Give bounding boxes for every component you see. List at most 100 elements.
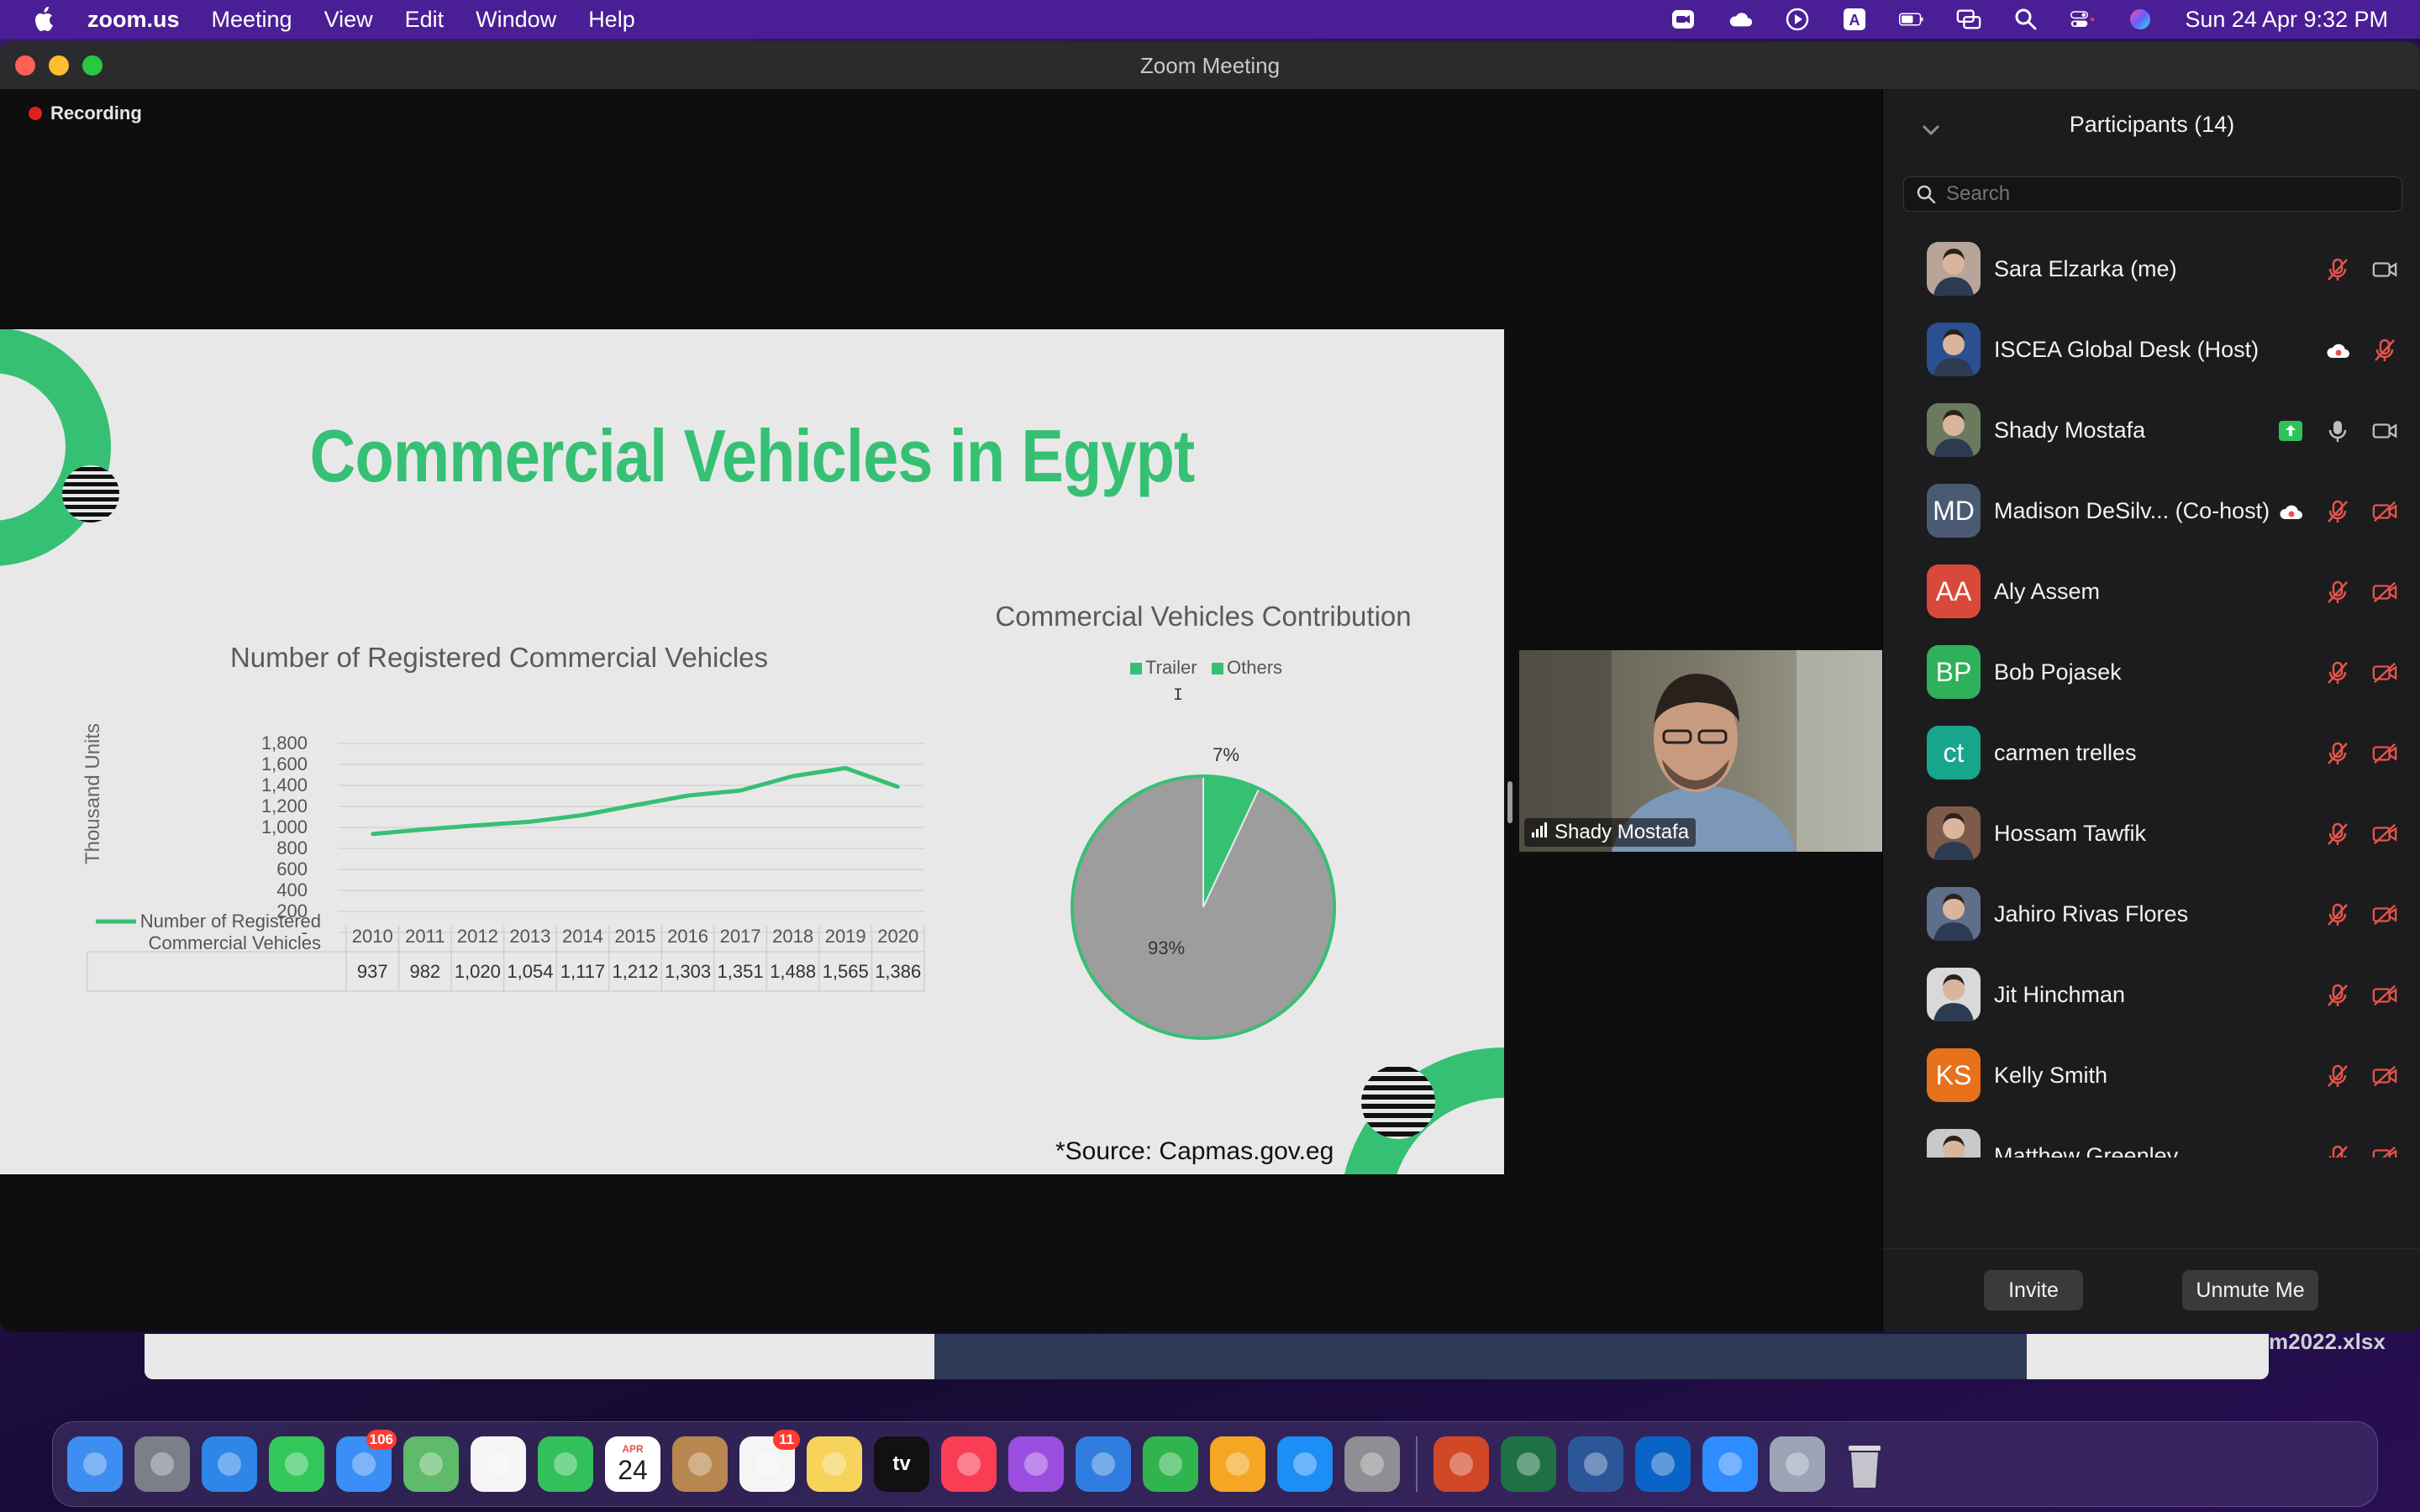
play-circle-icon[interactable] xyxy=(1785,7,1810,32)
powerpoint-icon[interactable] xyxy=(1434,1436,1489,1492)
zoom-window-button[interactable] xyxy=(82,55,103,76)
video-off-icon[interactable] xyxy=(2372,741,2397,766)
keynote-icon[interactable] xyxy=(1076,1436,1131,1492)
preview-icon[interactable] xyxy=(1770,1436,1825,1492)
photos-icon[interactable] xyxy=(471,1436,526,1492)
video-on-icon[interactable] xyxy=(2372,418,2397,444)
video-off-icon[interactable] xyxy=(2372,660,2397,685)
safari-icon[interactable] xyxy=(202,1436,257,1492)
mic-muted-icon[interactable] xyxy=(2325,660,2350,685)
launchpad-icon[interactable] xyxy=(134,1436,190,1492)
contacts-icon[interactable] xyxy=(672,1436,728,1492)
cloud-recording-icon[interactable] xyxy=(2325,338,2350,363)
notes-icon[interactable] xyxy=(807,1436,862,1492)
mic-muted-icon[interactable] xyxy=(2325,499,2350,524)
video-off-icon[interactable] xyxy=(2372,822,2397,847)
battery-icon[interactable] xyxy=(1899,7,1924,32)
video-off-icon[interactable] xyxy=(2372,1144,2397,1158)
video-on-icon[interactable] xyxy=(2372,257,2397,282)
app-store-icon[interactable] xyxy=(1277,1436,1333,1492)
mic-muted-icon[interactable] xyxy=(2325,983,2350,1008)
mic-muted-icon[interactable] xyxy=(2325,257,2350,282)
invite-button[interactable]: Invite xyxy=(1984,1270,2083,1310)
video-off-icon[interactable] xyxy=(2372,499,2397,524)
menu-bar-clock[interactable]: Sun 24 Apr 9:32 PM xyxy=(2185,7,2388,33)
participant-row[interactable]: Sara Elzarka (me) xyxy=(1883,228,2420,309)
close-window-button[interactable] xyxy=(15,55,35,76)
line-chart-legend-line2: Commercial Vehicles xyxy=(149,932,321,953)
siri-icon[interactable] xyxy=(2128,7,2153,32)
window-titlebar: Zoom Meeting xyxy=(0,42,2420,90)
minimize-window-button[interactable] xyxy=(49,55,69,76)
system-preferences-icon[interactable] xyxy=(1344,1436,1400,1492)
word-icon[interactable] xyxy=(1568,1436,1623,1492)
screen-mirroring-icon[interactable] xyxy=(1956,7,1981,32)
outlook-icon[interactable] xyxy=(1635,1436,1691,1492)
menu-window[interactable]: Window xyxy=(476,7,556,33)
spotlight-search-icon[interactable] xyxy=(2013,7,2039,32)
mic-muted-icon[interactable] xyxy=(2325,741,2350,766)
pages-icon[interactable] xyxy=(1210,1436,1265,1492)
mic-muted-icon[interactable] xyxy=(2325,1144,2350,1158)
mail-icon[interactable]: 106 xyxy=(336,1430,397,1492)
participant-row[interactable]: Matthew Greenley xyxy=(1883,1116,2420,1158)
recording-indicator[interactable]: Recording xyxy=(29,102,142,124)
zoom-icon[interactable] xyxy=(1702,1436,1758,1492)
share-screen-icon[interactable] xyxy=(2278,418,2303,444)
mic-muted-icon[interactable] xyxy=(2372,338,2397,363)
apple-tv-icon[interactable]: tv xyxy=(874,1436,929,1492)
trash-icon[interactable] xyxy=(1837,1436,1892,1492)
avatar-initials: BP xyxy=(1935,656,1972,687)
participant-row[interactable]: AA Aly Assem xyxy=(1883,551,2420,632)
menu-edit[interactable]: Edit xyxy=(405,7,445,33)
participant-row[interactable]: BP Bob Pojasek xyxy=(1883,632,2420,712)
pie-legend-swatch-trailer xyxy=(1130,663,1142,675)
participant-name: ISCEA Global Desk (Host) xyxy=(1994,336,2260,362)
calendar-icon[interactable]: APR 24 xyxy=(605,1436,660,1492)
participant-row[interactable]: Shady Mostafa xyxy=(1883,390,2420,470)
video-off-icon[interactable] xyxy=(2372,983,2397,1008)
reminders-icon[interactable]: 11 xyxy=(739,1430,800,1492)
participant-row[interactable]: Jahiro Rivas Flores xyxy=(1883,874,2420,954)
mic-muted-icon[interactable] xyxy=(2325,902,2350,927)
zoom-status-icon[interactable] xyxy=(1670,7,1696,32)
video-off-icon[interactable] xyxy=(2372,580,2397,605)
menu-app-name[interactable]: zoom.us xyxy=(87,7,180,33)
icloud-icon[interactable] xyxy=(1728,7,1753,32)
cloud-recording-icon[interactable] xyxy=(2278,499,2303,524)
input-source-icon[interactable]: A xyxy=(1842,7,1867,32)
mic-muted-icon[interactable] xyxy=(2325,822,2350,847)
participant-row[interactable]: KS Kelly Smith xyxy=(1883,1035,2420,1116)
unmute-me-button[interactable]: Unmute Me xyxy=(2182,1270,2318,1310)
participants-search-input[interactable] xyxy=(1944,181,2385,207)
messages-icon[interactable] xyxy=(269,1436,324,1492)
podcasts-icon[interactable] xyxy=(1008,1436,1064,1492)
maps-icon[interactable] xyxy=(403,1436,459,1492)
menu-help[interactable]: Help xyxy=(588,7,635,33)
notification-badge: 106 xyxy=(366,1430,397,1450)
menu-view[interactable]: View xyxy=(324,7,373,33)
participant-row[interactable]: MD Madison DeSilv... (Co-host) xyxy=(1883,470,2420,551)
apple-menu-icon[interactable] xyxy=(30,5,59,34)
menu-meeting[interactable]: Meeting xyxy=(212,7,292,33)
mic-on-icon[interactable] xyxy=(2325,418,2350,444)
participant-row[interactable]: ct carmen trelles xyxy=(1883,712,2420,793)
numbers-icon[interactable] xyxy=(1143,1436,1198,1492)
split-view-drag-handle[interactable] xyxy=(1507,781,1512,823)
participants-search-box[interactable] xyxy=(1903,176,2402,212)
participant-video-tile[interactable]: Shady Mostafa xyxy=(1519,650,1882,852)
mic-muted-icon[interactable] xyxy=(2325,1063,2350,1089)
participant-row[interactable]: Jit Hinchman xyxy=(1883,954,2420,1035)
data-label: 1,303 xyxy=(665,961,711,982)
video-off-icon[interactable] xyxy=(2372,902,2397,927)
video-off-icon[interactable] xyxy=(2372,1063,2397,1089)
control-center-icon[interactable] xyxy=(2070,7,2096,32)
mic-muted-icon[interactable] xyxy=(2325,580,2350,605)
excel-icon[interactable] xyxy=(1501,1436,1556,1492)
music-icon[interactable] xyxy=(941,1436,997,1492)
collapse-panel-icon[interactable] xyxy=(1922,116,1940,142)
finder-icon[interactable] xyxy=(67,1436,123,1492)
participant-row[interactable]: Hossam Tawfik xyxy=(1883,793,2420,874)
facetime-icon[interactable] xyxy=(538,1436,593,1492)
participant-row[interactable]: ISCEA Global Desk (Host) xyxy=(1883,309,2420,390)
